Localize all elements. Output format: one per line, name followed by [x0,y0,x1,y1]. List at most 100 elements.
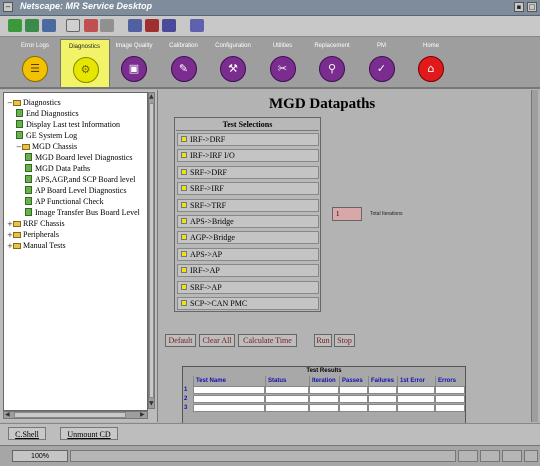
results-cell [309,395,339,403]
test-selection-row[interactable]: SRF->AP [177,280,319,294]
netscape-icon[interactable] [100,19,114,32]
default-button[interactable]: Default [165,334,196,347]
security-icon[interactable] [145,19,159,32]
stop-button[interactable]: Stop [334,334,355,347]
tab-error-logs[interactable]: Error Logs ☰ [10,39,60,85]
unmount-cd-button[interactable]: Unmount CD [60,427,118,440]
expand-icon[interactable]: + [7,231,13,239]
run-button[interactable]: Run [314,334,332,347]
test-selection-checkbox[interactable] [181,218,187,224]
tree-item[interactable]: − MGD Chassis [16,141,77,152]
tree-item[interactable]: + Manual Tests [7,240,66,251]
bottom-toolbar: C.Shell Unmount CD [0,423,540,445]
tree-item[interactable]: Image Transfer Bus Board Level [25,207,140,218]
tab-diagnostics[interactable]: Diagnostics ⚙ [59,39,110,87]
bookmark-icon[interactable] [190,19,204,32]
minimize-icon[interactable]: ▪ [514,2,524,12]
print-icon[interactable] [128,19,142,32]
reload-icon[interactable] [42,19,56,32]
test-selection-checkbox[interactable] [181,267,187,274]
total-iterations-input[interactable]: 1 [332,207,362,221]
folder-icon [13,100,21,106]
results-cell [193,395,265,403]
tree-vertical-scroll-thumb[interactable] [149,103,154,398]
stop-icon[interactable] [162,19,176,32]
tree-item[interactable]: AP Functional Check [25,196,104,207]
tab-home[interactable]: Home ⌂ [406,39,456,85]
scroll-down-icon[interactable]: ▼ [149,401,154,407]
test-selection-row[interactable]: APS->Bridge [177,215,319,228]
tab-utilities[interactable]: Utilities ✂ [258,39,308,85]
results-cell [397,404,435,412]
results-cell [368,395,397,403]
calculate-time-button[interactable]: Calculate Time [238,334,297,347]
tree-item[interactable]: End Diagnostics [16,108,79,119]
pm-icon: ✓ [368,56,395,82]
results-cell [309,404,339,412]
main-vertical-scrollbar[interactable] [531,90,538,422]
window-title: Netscape: MR Service Desktop [20,1,153,11]
c-shell-button[interactable]: C.Shell [8,427,46,440]
test-selection-checkbox[interactable] [181,201,187,208]
test-selection-checkbox[interactable] [181,250,187,257]
tab-replacement[interactable]: Replacement ⚲ [307,39,357,85]
scroll-up-icon[interactable]: ▲ [149,94,154,100]
test-selection-label: IRF->IRF I/O [190,151,235,161]
forward-icon[interactable] [25,19,39,32]
tab-pm[interactable]: PM ✓ [357,39,407,85]
tree-item[interactable]: MGD Board level Diagnostics [25,152,133,163]
tree-horizontal-scrollbar[interactable]: ◀ ▶ [3,411,148,419]
tree-item[interactable]: Display Last test Information [16,119,120,130]
tab-label: Image Quality [115,43,153,49]
test-selection-row[interactable]: IRF->AP [177,264,319,278]
test-selection-checkbox[interactable] [181,185,187,192]
tab-calibration[interactable]: Calibration ✎ [159,39,209,85]
test-selection-checkbox[interactable] [181,283,187,290]
test-selection-row[interactable]: IRF->IRF I/O [177,149,319,163]
document-icon [25,153,32,161]
expand-icon[interactable]: + [7,220,13,228]
document-icon [25,164,32,172]
test-selection-label: SRF->DRF [190,167,227,177]
test-selection-row[interactable]: APS->AP [177,247,319,261]
back-icon[interactable] [8,19,22,32]
tree-item[interactable]: + RRF Chassis [7,218,65,229]
scroll-right-icon[interactable]: ▶ [140,412,145,418]
results-column-header: Iteration [309,376,339,386]
collapse-icon[interactable]: − [16,143,22,151]
tab-image-quality[interactable]: Image Quality ▣ [109,39,159,85]
test-selection-row[interactable]: SRF->DRF [177,165,319,179]
search-icon[interactable] [84,19,98,32]
maximize-icon[interactable]: □ [527,2,537,12]
navigation-tree: − Diagnostics End Diagnostics Display Last … [3,92,148,411]
test-selection-label: APS->Bridge [190,217,234,226]
tree-item[interactable]: − Diagnostics [7,97,61,108]
test-selection-row[interactable]: SCP->CAN PMC [177,297,319,310]
test-selection-row[interactable]: IRF->DRF [177,133,319,146]
test-selection-row[interactable]: AGP->Bridge [177,231,319,245]
tree-item[interactable]: + Peripherals [7,229,59,240]
collapse-icon[interactable]: − [7,99,13,107]
window-menu-icon[interactable]: − [3,2,13,12]
tab-configuration[interactable]: Configuration ⚒ [208,39,258,85]
test-selection-checkbox[interactable] [181,168,187,175]
results-cell [368,404,397,412]
test-selection-checkbox[interactable] [181,136,187,142]
tree-item-label: GE System Log [26,131,78,140]
tree-item[interactable]: AP Board Level Diagnostics [25,185,126,196]
tree-vertical-scrollbar[interactable]: ▲ ▼ [148,92,155,409]
test-selection-row[interactable]: SRF->TRF [177,198,319,212]
clear-all-button[interactable]: Clear All [199,334,235,347]
tree-horizontal-scroll-thumb[interactable] [14,412,126,418]
test-selection-checkbox[interactable] [181,300,187,306]
tree-item[interactable]: MGD Data Paths [25,163,90,174]
home-page-icon[interactable] [66,19,80,32]
scroll-left-icon[interactable]: ◀ [5,412,10,418]
test-selection-row[interactable]: SRF->IRF [177,182,319,196]
expand-icon[interactable]: + [7,242,13,250]
document-icon [16,109,23,117]
test-selection-checkbox[interactable] [181,152,187,159]
test-selection-checkbox[interactable] [181,234,187,241]
tree-item[interactable]: APS,AGP,and SCP Board level [25,174,135,185]
tree-item[interactable]: GE System Log [16,130,77,141]
